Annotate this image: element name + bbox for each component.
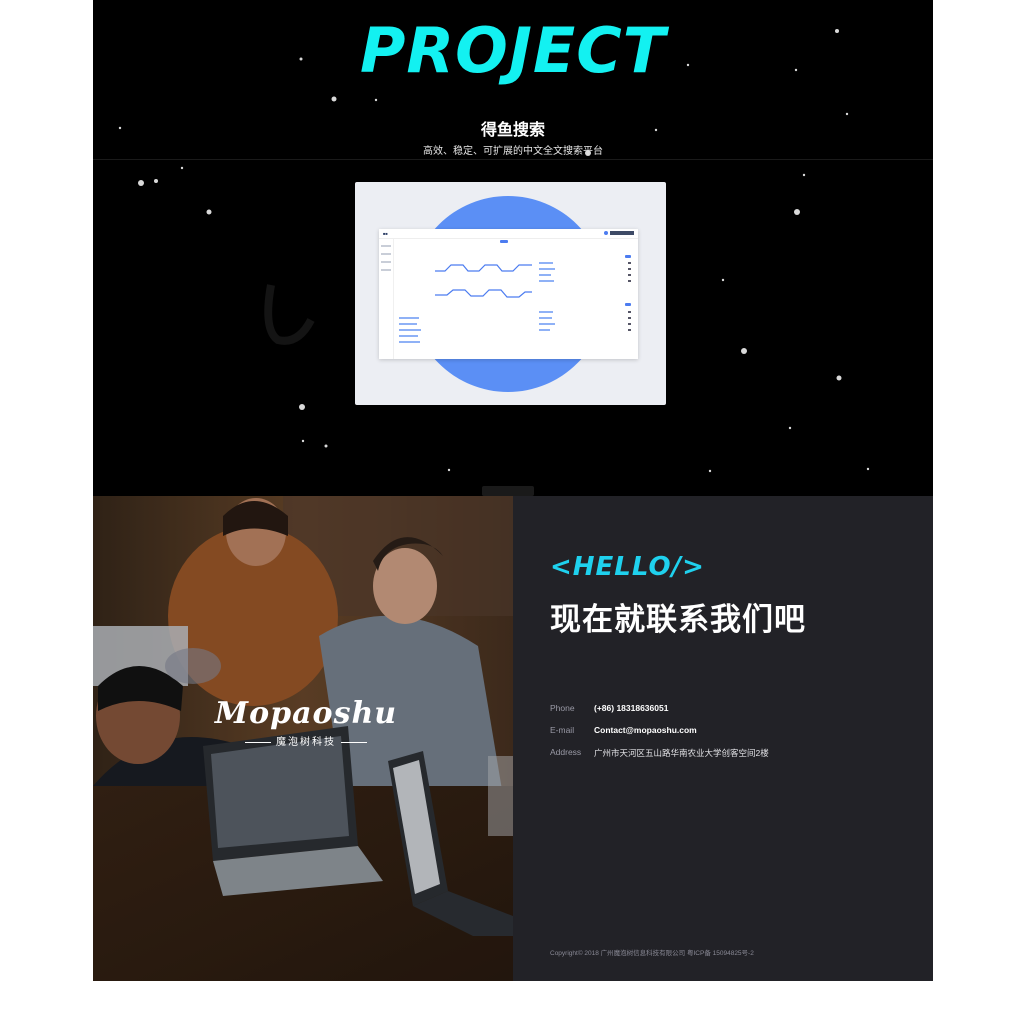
project-preview-image[interactable]: ■■: [355, 182, 666, 405]
dashboard-line-chart: [435, 289, 532, 298]
dashboard-avatar-icon: [604, 231, 608, 235]
dashboard-line-chart: [435, 264, 532, 272]
dashboard-right-panel: [537, 253, 633, 353]
dashboard-list-row: [399, 317, 419, 319]
dashboard-list-row: [539, 329, 550, 331]
dashboard-logo-icon: ■■: [383, 231, 388, 236]
dashboard-value: [628, 311, 631, 313]
section-scroll-indicator[interactable]: [482, 486, 534, 496]
project-name: 得鱼搜索: [480, 122, 545, 139]
dashboard-user-block: [610, 231, 634, 235]
dashboard-list-row: [539, 323, 555, 325]
contact-headline: 现在就联系我们吧: [550, 602, 806, 637]
phone-value[interactable]: (+86) 18318636051: [594, 703, 668, 713]
dashboard-list-row: [539, 274, 551, 276]
dashboard-value: [628, 329, 631, 331]
email-label: E-mail: [550, 725, 575, 735]
address-value: 广州市天河区五山路华南农业大学创客空间2楼: [594, 748, 769, 758]
dashboard-list-row: [539, 317, 552, 319]
dashboard-active-tab: [500, 240, 508, 243]
dashboard-list-row: [399, 329, 421, 331]
dashboard-screenshot: ■■: [379, 229, 638, 359]
copyright-text: Copyright© 2018 广州魔泡树信息科技有限公司 粤ICP备 1509…: [550, 950, 754, 957]
page: PROJECT 得鱼搜索 高效、稳定、可扩展的中文全文搜索平台 ■■ Mopao…: [93, 0, 933, 981]
logo-subtitle: 魔泡树科技: [201, 733, 411, 748]
project-heading: PROJECT: [359, 14, 667, 87]
dashboard-badge: [625, 303, 631, 306]
divider: [93, 159, 933, 160]
phone-label: Phone: [550, 703, 575, 713]
dashboard-sidebar: [379, 239, 394, 359]
dashboard-value: [628, 274, 631, 276]
dashboard-value: [628, 268, 631, 270]
email-link[interactable]: Contact@mopaoshu.com: [594, 725, 697, 735]
address-label: Address: [550, 747, 582, 757]
mopaoshu-logo: Mopaoshu 魔泡树科技: [201, 696, 411, 756]
dashboard-list-row: [539, 311, 553, 313]
dashboard-list-row: [399, 341, 420, 343]
dashboard-value: [628, 323, 631, 325]
dashboard-list-row: [539, 280, 554, 282]
dashboard-value: [628, 262, 631, 264]
dashboard-list-row: [399, 323, 417, 325]
dashboard-topbar: ■■: [379, 229, 638, 239]
dashboard-value: [628, 280, 631, 282]
dashboard-value: [628, 317, 631, 319]
logo-wordmark: Mopaoshu: [214, 696, 398, 731]
dashboard-list-row: [399, 335, 418, 337]
dashboard-badge: [625, 255, 631, 258]
contact-section: <HELLO/> 现在就联系我们吧 Phone (+86) 1831863605…: [513, 496, 933, 981]
project-description: 高效、稳定、可扩展的中文全文搜索平台: [423, 146, 603, 157]
dashboard-list-row: [539, 268, 555, 270]
dashboard-main-panel: [395, 249, 532, 353]
dashboard-list-row: [539, 262, 553, 264]
hello-tag: <HELLO/>: [550, 552, 705, 582]
project-section: PROJECT 得鱼搜索 高效、稳定、可扩展的中文全文搜索平台 ■■: [93, 0, 933, 496]
